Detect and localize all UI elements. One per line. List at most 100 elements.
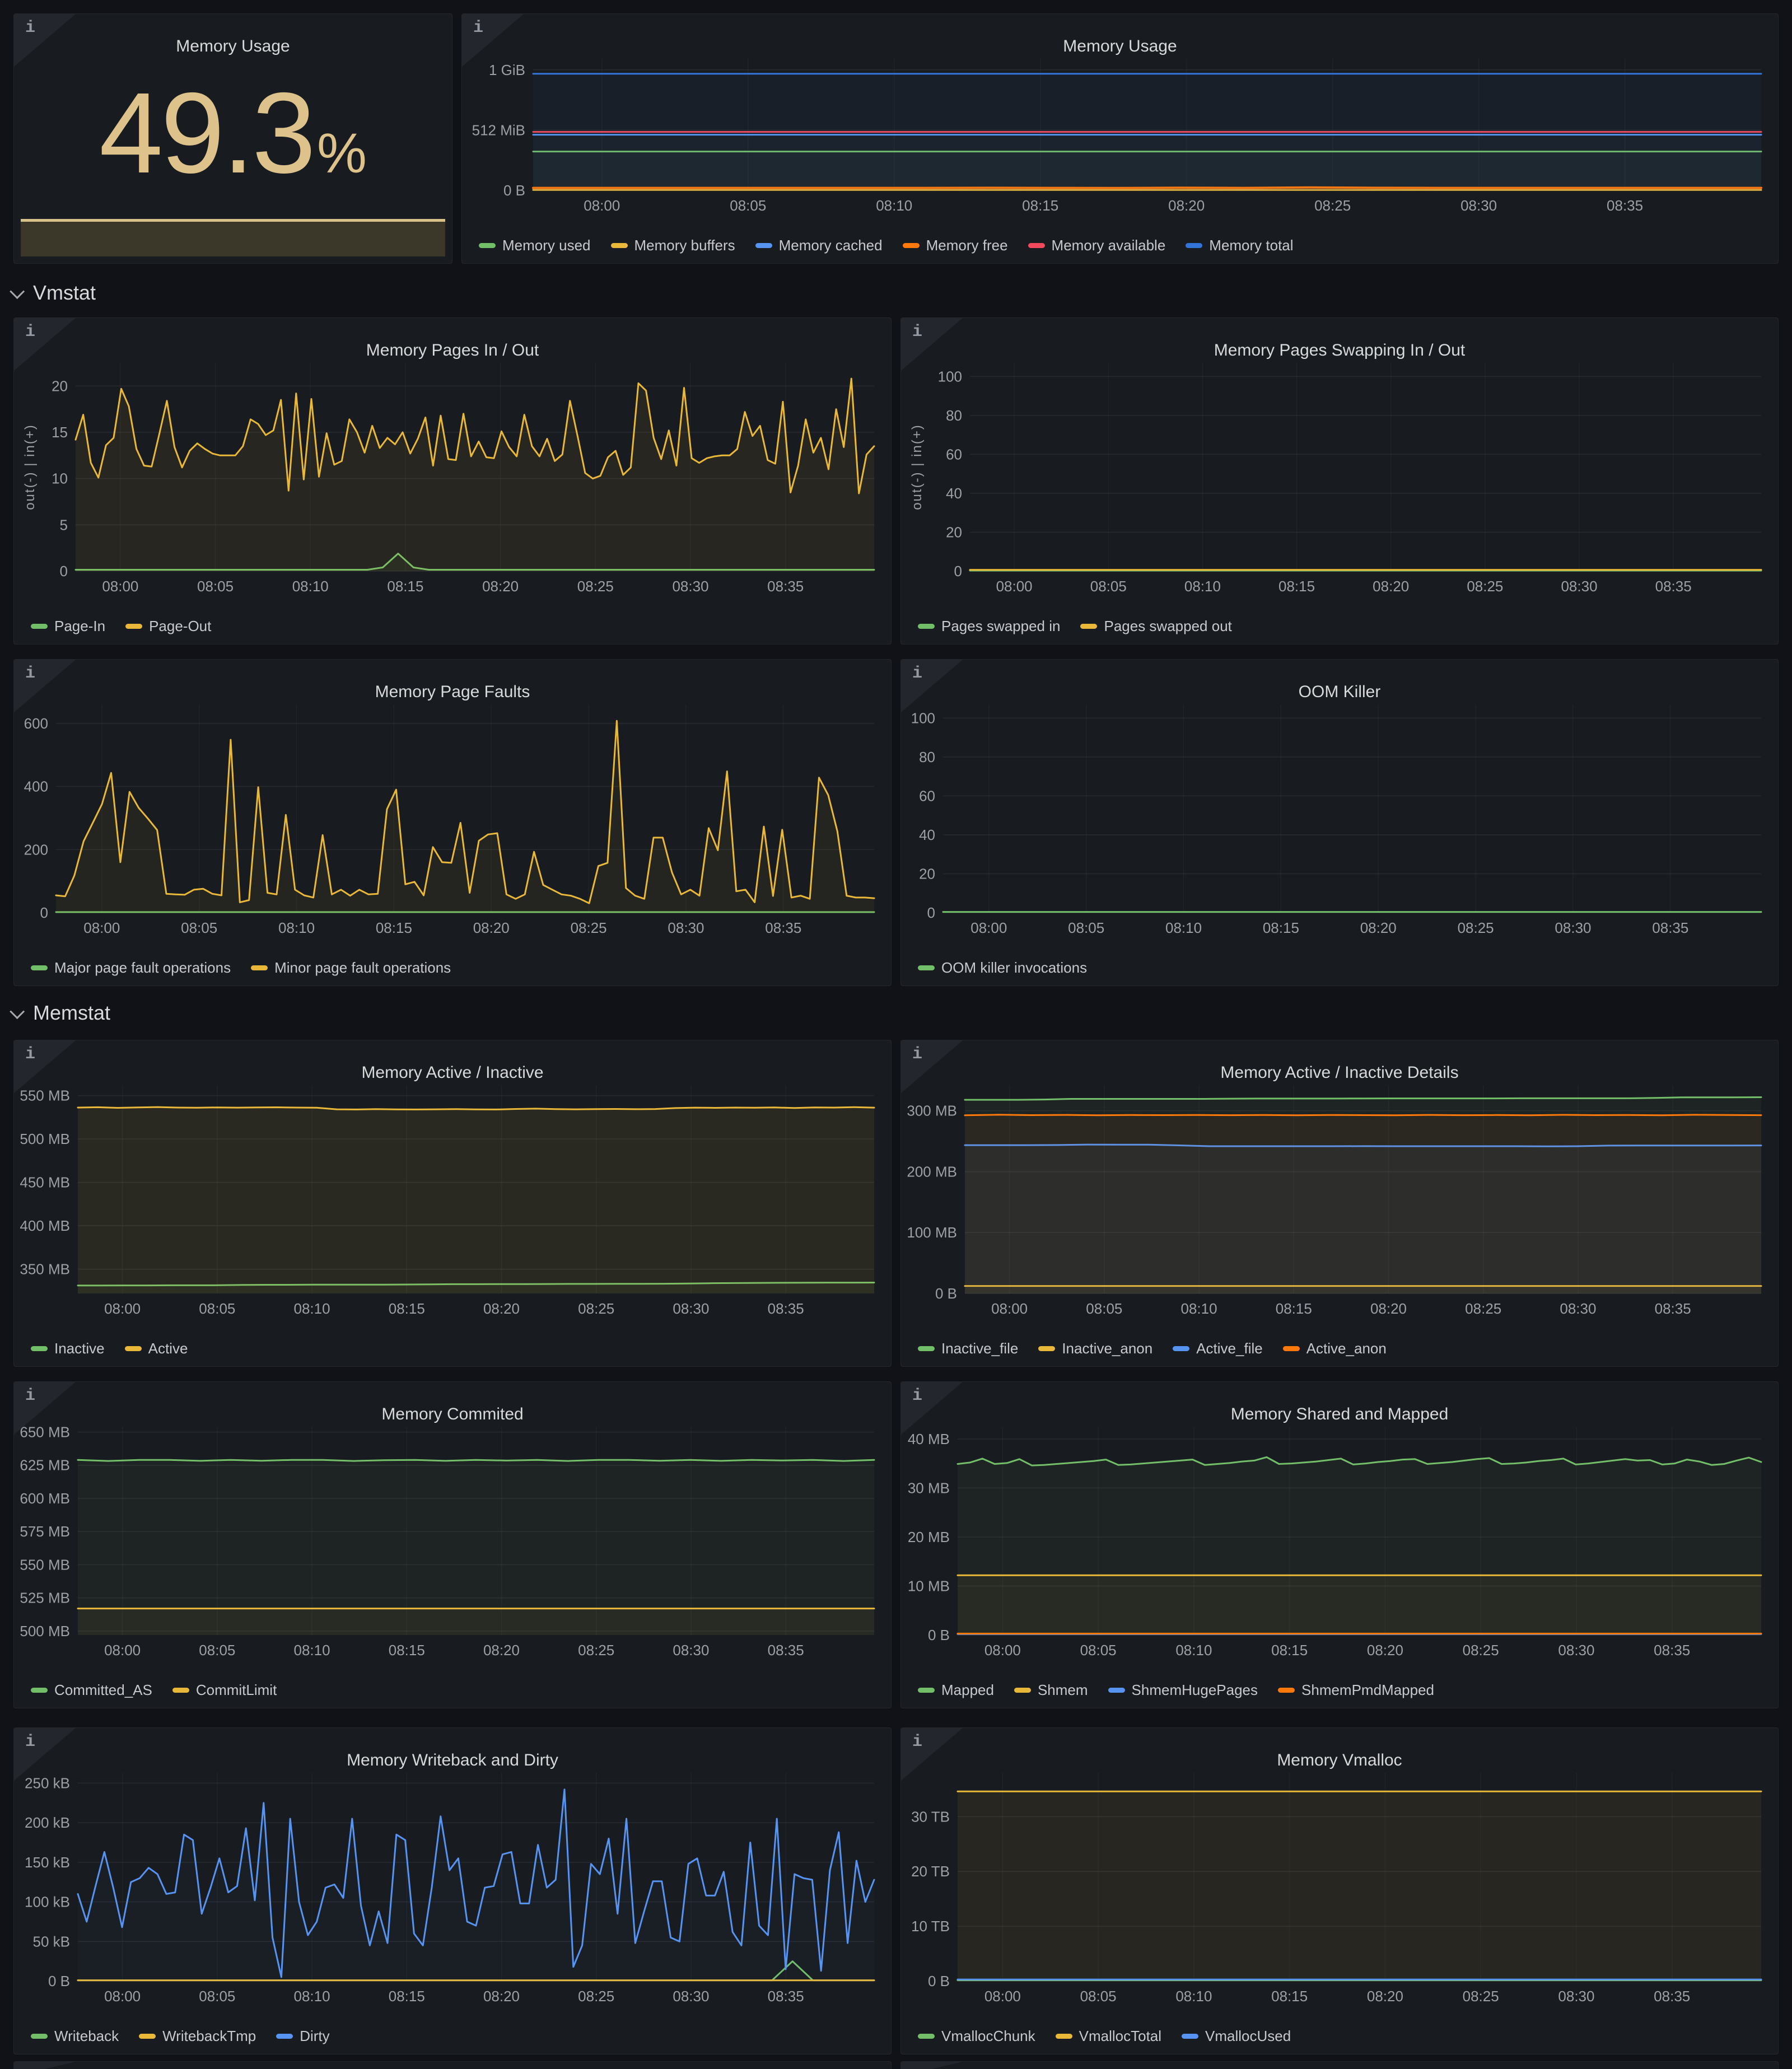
stat-number: 49.3 [99, 67, 314, 199]
svg-text:20 MB: 20 MB [908, 1529, 950, 1545]
svg-text:08:25: 08:25 [1467, 578, 1503, 595]
panel-title[interactable]: Memory Commited [14, 1405, 891, 1424]
legend-item[interactable]: Major page fault operations [31, 959, 231, 977]
svg-text:08:35: 08:35 [1652, 919, 1688, 936]
svg-text:08:25: 08:25 [1463, 1988, 1499, 2005]
legend-series-swatch [1038, 1346, 1055, 1351]
svg-text:08:10: 08:10 [876, 197, 912, 214]
legend-series-swatch [1080, 624, 1097, 629]
chart-area[interactable]: 08:0008:0508:1008:1508:2008:2508:3008:35… [20, 356, 883, 596]
svg-text:15: 15 [52, 424, 68, 441]
legend-item[interactable]: Inactive_file [918, 1340, 1018, 1357]
row-header-label: Vmstat [33, 281, 96, 305]
legend-item[interactable]: Memory cached [755, 237, 883, 254]
svg-text:08:25: 08:25 [578, 1988, 614, 2005]
svg-text:08:10: 08:10 [1165, 919, 1202, 936]
chart-area[interactable]: 08:0008:0508:1008:1508:2008:2508:3008:35… [20, 698, 883, 937]
panel-title[interactable]: OOM Killer [901, 683, 1778, 702]
legend-item[interactable]: OOM killer invocations [918, 959, 1087, 977]
svg-text:08:05: 08:05 [197, 578, 234, 595]
svg-text:out(-) | in(+): out(-) | in(+) [909, 424, 925, 510]
legend-item[interactable]: VmallocTotal [1056, 2028, 1161, 2045]
legend-series-label: Memory total [1209, 237, 1293, 254]
legend-item[interactable]: Page-Out [125, 618, 211, 635]
legend-item[interactable]: CommitLimit [172, 1682, 277, 1699]
svg-text:0: 0 [954, 563, 962, 580]
legend-item[interactable]: Active [125, 1340, 188, 1357]
panel-title[interactable]: Memory Pages Swapping In / Out [901, 341, 1778, 360]
legend: Page-In Page-Out [31, 618, 880, 635]
legend: Inactive_file Inactive_anon Active_file Act… [918, 1340, 1767, 1357]
legend-item[interactable]: Active_anon [1283, 1340, 1387, 1357]
legend-series-label: CommitLimit [196, 1682, 277, 1699]
svg-text:550 MB: 550 MB [20, 1087, 70, 1104]
panel-oom-killer: i OOM Killer 08:0008:0508:1008:1508:2008… [900, 659, 1779, 986]
legend-item[interactable]: Inactive [31, 1340, 105, 1357]
legend-item[interactable]: Pages swapped in [918, 618, 1060, 635]
legend-item[interactable]: Writeback [31, 2028, 119, 2045]
legend-item[interactable]: Committed_AS [31, 1682, 152, 1699]
chart-area[interactable]: 08:0008:0508:1008:1508:2008:2508:3008:35… [907, 356, 1770, 596]
legend-item[interactable]: Minor page fault operations [251, 959, 451, 977]
svg-text:08:10: 08:10 [278, 919, 315, 936]
legend: Inactive Active [31, 1340, 880, 1357]
legend-item[interactable]: VmallocChunk [918, 2028, 1035, 2045]
legend-series-label: Minor page fault operations [274, 959, 451, 977]
svg-text:100: 100 [911, 709, 935, 726]
svg-text:08:35: 08:35 [1654, 1988, 1690, 2005]
chart-area[interactable]: 08:0008:0508:1008:1508:2008:2508:3008:35… [907, 1766, 1770, 2006]
svg-text:08:05: 08:05 [1090, 578, 1127, 595]
svg-text:200: 200 [24, 841, 48, 858]
chart-area[interactable]: 08:0008:0508:1008:1508:2008:2508:3008:35… [20, 1420, 883, 1660]
chart-area[interactable]: 08:0008:0508:1008:1508:2008:2508:3008:35… [20, 1766, 883, 2006]
legend-item[interactable]: Active_file [1173, 1340, 1263, 1357]
chart-area[interactable]: 08:0008:0508:1008:1508:2008:2508:3008:35… [907, 1420, 1770, 1660]
chart-area[interactable]: 08:0008:0508:1008:1508:2008:2508:3008:35… [907, 698, 1770, 937]
legend-item[interactable]: Memory available [1028, 237, 1166, 254]
legend-series-swatch [31, 965, 48, 970]
legend-item[interactable]: VmallocUsed [1182, 2028, 1291, 2045]
panel-title[interactable]: Memory Pages In / Out [14, 341, 891, 360]
panel-title[interactable]: Memory Vmalloc [901, 1751, 1778, 1770]
legend-item[interactable]: ShmemHugePages [1108, 1682, 1258, 1699]
row-header-vmstat[interactable]: Vmstat [13, 278, 1779, 307]
legend: Memory used Memory buffers Memory cached Me… [479, 237, 1767, 254]
svg-text:625 MB: 625 MB [20, 1457, 70, 1474]
svg-text:40: 40 [919, 826, 935, 843]
row-header-memstat[interactable]: Memstat [13, 998, 1779, 1028]
panel-title[interactable]: Memory Usage [462, 37, 1778, 56]
legend-item[interactable]: Shmem [1014, 1682, 1088, 1699]
chart-area[interactable]: 08:0008:0508:1008:1508:2008:2508:3008:35… [907, 1078, 1770, 1318]
legend-series-swatch [125, 624, 142, 629]
legend-item[interactable]: Pages swapped out [1080, 618, 1231, 635]
panel-title[interactable]: Memory Usage [14, 37, 452, 56]
svg-text:0: 0 [927, 904, 935, 921]
legend-item[interactable]: Mapped [918, 1682, 994, 1699]
chart-area[interactable]: 08:0008:0508:1008:1508:2008:2508:3008:35… [468, 52, 1770, 215]
panel-title[interactable]: Memory Writeback and Dirty [14, 1751, 891, 1770]
legend-item[interactable]: Inactive_anon [1038, 1340, 1152, 1357]
svg-text:20: 20 [52, 377, 68, 394]
legend-item[interactable]: Page-In [31, 618, 105, 635]
legend-item[interactable]: Memory free [903, 237, 1008, 254]
panel-title[interactable]: Memory Page Faults [14, 683, 891, 702]
panel-title[interactable]: Memory Active / Inactive [14, 1063, 891, 1082]
legend-item[interactable]: Memory total [1186, 237, 1293, 254]
legend-series-swatch [918, 2034, 935, 2039]
legend-series-swatch [918, 1688, 935, 1693]
legend-item[interactable]: ShmemPmdMapped [1278, 1682, 1434, 1699]
legend-series-swatch [611, 243, 628, 248]
legend-item[interactable]: Dirty [276, 2028, 329, 2045]
legend-item[interactable]: Memory buffers [611, 237, 735, 254]
dashboard-row-top: i Memory Usage 49.3 % i Memory Usage 08:… [13, 13, 1779, 264]
panel-title[interactable]: Memory Active / Inactive Details [901, 1063, 1778, 1082]
panel-memory-active-inactive: i Memory Active / Inactive 08:0008:0508:… [13, 1040, 892, 1367]
chart-area[interactable]: 08:0008:0508:1008:1508:2008:2508:3008:35… [20, 1078, 883, 1318]
svg-text:08:20: 08:20 [1367, 1642, 1403, 1659]
svg-text:08:05: 08:05 [1080, 1988, 1117, 2005]
legend-item[interactable]: WritebackTmp [139, 2028, 256, 2045]
legend-item[interactable]: Memory used [479, 237, 591, 254]
panel-title[interactable]: Memory Shared and Mapped [901, 1405, 1778, 1424]
svg-text:08:25: 08:25 [1314, 197, 1351, 214]
legend-series-label: Shmem [1038, 1682, 1088, 1699]
